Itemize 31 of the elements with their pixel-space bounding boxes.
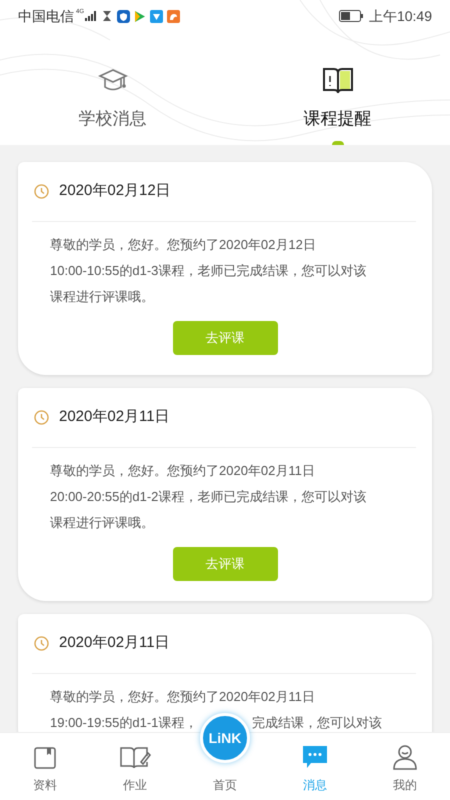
clock-icon <box>34 636 49 651</box>
clock-icon <box>34 410 49 425</box>
notice-text-fragment: 19:00-19:55的d1-1课程， <box>50 715 198 730</box>
date-text: 2020年02月11日 <box>59 633 170 654</box>
signal-icon <box>85 11 98 21</box>
notice-text: 尊敬的学员，您好。您预约了2020年02月11日 <box>50 688 316 706</box>
bookmark-page-icon <box>33 746 57 770</box>
carrier-text: 中国电信 <box>18 6 74 26</box>
notice-text: 尊敬的学员，您好。您预约了2020年02月12日 10:00-10:55的d1-3课程，老师已完成结课，您可以对该 课程进行评课哦。 <box>50 236 368 306</box>
clock-text: 上午10:49 <box>368 6 432 26</box>
nav-item[interactable]: 首页 <box>213 776 237 794</box>
tab[interactable]: 学校消息 <box>0 32 225 145</box>
battery-icon <box>338 10 363 22</box>
nav-item[interactable]: 资料 <box>0 733 90 800</box>
book-icon <box>322 66 354 96</box>
play-app-icon <box>134 10 146 22</box>
date-text: 2020年02月11日 <box>59 407 170 428</box>
tab-indicator <box>332 141 344 145</box>
tab[interactable]: 课程提醒 <box>225 32 450 145</box>
notice-text: 尊敬的学员，您好。您预约了2020年02月11日 20:00-20:55的d1-2课程，老师已完成结课，您可以对该 课程进行评课哦。 <box>50 462 368 532</box>
chat-bubble-icon <box>301 744 329 770</box>
notice-text-fragment: 完成结课，您可以对该 <box>252 714 382 732</box>
person-icon <box>392 744 418 770</box>
shield-app-icon <box>117 10 130 22</box>
hourglass-icon <box>103 11 112 21</box>
nav-item[interactable]: 作业 <box>90 733 180 800</box>
book-pen-icon <box>119 746 151 770</box>
date-text: 2020年02月12日 <box>59 181 171 202</box>
clock-icon <box>34 184 49 199</box>
link-logo-button[interactable]: LiNK <box>200 713 250 763</box>
nav-item[interactable]: 我的 <box>360 733 450 800</box>
